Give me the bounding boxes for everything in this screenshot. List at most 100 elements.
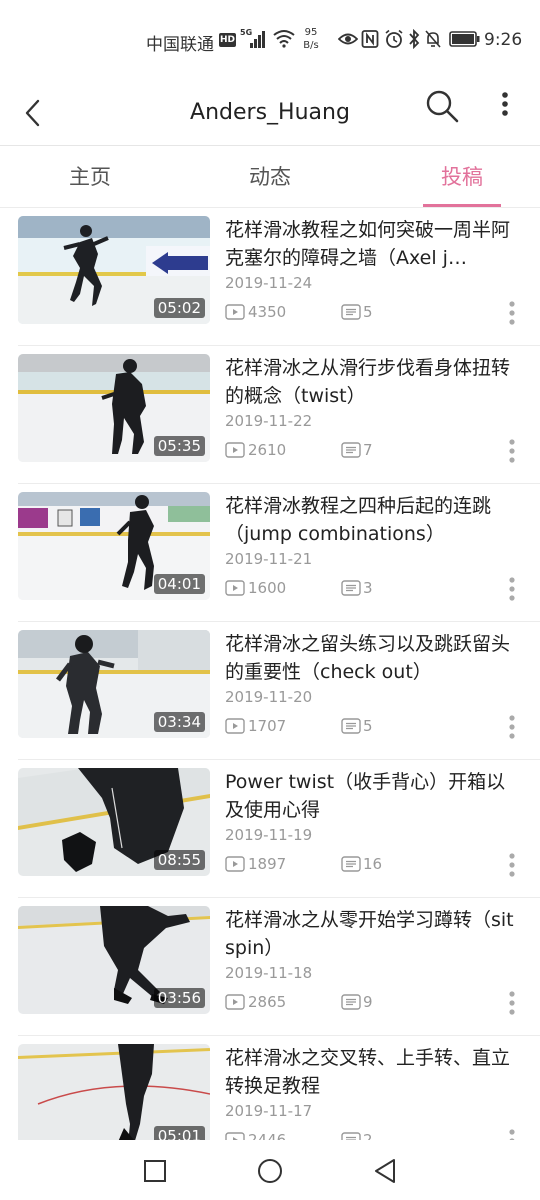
video-duration: 04:01: [153, 574, 205, 594]
video-thumbnail[interactable]: 04:01: [18, 492, 210, 600]
video-more-icon[interactable]: [504, 1126, 520, 1140]
video-item[interactable]: 04:01 花样滑冰教程之四种后起的连跳（jump combinations） …: [0, 484, 540, 622]
video-list: 05:02 花样滑冰教程之如何突破一周半阿克塞尔的障碍之墙（Axel j… 20…: [0, 208, 540, 1140]
video-thumbnail[interactable]: 03:56: [18, 906, 210, 1014]
video-date: 2019-11-21: [225, 550, 313, 568]
video-item[interactable]: 03:56 花样滑冰之从零开始学习蹲转（sit spin） 2019-11-18…: [0, 898, 540, 1036]
active-tab-indicator: [423, 204, 501, 207]
carrier-label: 中国联通: [146, 35, 214, 55]
video-item[interactable]: 05:01 花样滑冰之交叉转、上手转、直立转换足教程 2019-11-17 24…: [0, 1036, 540, 1140]
video-views: 2610: [248, 441, 287, 459]
page-title: Anders_Huang: [190, 100, 350, 125]
video-more-icon[interactable]: [504, 298, 520, 328]
video-date: 2019-11-20: [225, 688, 313, 706]
eye-icon: [338, 33, 358, 45]
video-thumbnail[interactable]: 03:34: [18, 630, 210, 738]
video-date: 2019-11-19: [225, 826, 313, 844]
video-date: 2019-11-24: [225, 274, 313, 292]
system-nav-bar: [0, 1140, 540, 1200]
network-speed: 95 B/s: [300, 26, 322, 52]
video-duration: 05:35: [153, 436, 205, 456]
status-bar: 中国联通 HD 5G 95 B/s 9:26: [0, 0, 540, 80]
back-nav-icon[interactable]: [370, 1156, 400, 1186]
wifi-icon: [273, 30, 295, 48]
alarm-icon: [385, 29, 403, 48]
play-count-icon: [225, 304, 245, 320]
play-count-icon: [225, 856, 245, 872]
video-views: 4350: [248, 303, 287, 321]
video-comments: 16: [363, 855, 383, 873]
video-date: 2019-11-18: [225, 964, 313, 982]
video-more-icon[interactable]: [504, 712, 520, 742]
battery-icon: [449, 31, 480, 47]
video-comments: 5: [363, 303, 373, 321]
video-duration: 05:02: [153, 298, 205, 318]
hd-badge: HD: [219, 33, 236, 47]
tab-activity[interactable]: 动态: [210, 146, 330, 208]
video-item[interactable]: 05:02 花样滑冰教程之如何突破一周半阿克塞尔的障碍之墙（Axel j… 20…: [0, 208, 540, 346]
video-views: 1897: [248, 855, 287, 873]
home-icon[interactable]: [255, 1156, 285, 1186]
back-icon[interactable]: [20, 90, 48, 136]
video-views: 2865: [248, 993, 287, 1011]
recent-apps-icon[interactable]: [140, 1156, 170, 1186]
video-more-icon[interactable]: [504, 988, 520, 1018]
play-count-icon: [225, 442, 245, 458]
tab-home[interactable]: 主页: [30, 146, 150, 208]
video-date: 2019-11-17: [225, 1102, 313, 1120]
app-header: Anders_Huang: [0, 80, 540, 146]
video-duration: 03:56: [153, 988, 205, 1008]
video-more-icon[interactable]: [504, 436, 520, 466]
signal-icon: 5G: [240, 28, 265, 48]
video-views: 1600: [248, 579, 287, 597]
comment-count-icon: [341, 304, 361, 320]
video-item[interactable]: 03:34 花样滑冰之留头练习以及跳跃留头的重要性（check out） 201…: [0, 622, 540, 760]
play-count-icon: [225, 718, 245, 734]
comment-count-icon: [341, 1132, 361, 1140]
video-thumbnail[interactable]: 05:02: [18, 216, 210, 324]
video-comments: 2: [363, 1131, 373, 1140]
video-thumbnail[interactable]: 05:35: [18, 354, 210, 462]
comment-count-icon: [341, 856, 361, 872]
video-title[interactable]: 花样滑冰之留头练习以及跳跃留头的重要性（check out）: [225, 630, 523, 686]
tab-bar: 主页 动态 投稿: [0, 146, 540, 208]
video-title[interactable]: Power twist（收手背心）开箱以及使用心得: [225, 768, 523, 824]
network-label: 5G: [240, 28, 252, 37]
video-title[interactable]: 花样滑冰之从零开始学习蹲转（sit spin）: [225, 906, 523, 962]
comment-count-icon: [341, 580, 361, 596]
play-count-icon: [225, 580, 245, 596]
more-options-icon[interactable]: [495, 90, 515, 120]
video-item[interactable]: 08:55 Power twist（收手背心）开箱以及使用心得 2019-11-…: [0, 760, 540, 898]
video-date: 2019-11-22: [225, 412, 313, 430]
search-icon[interactable]: [424, 88, 460, 124]
video-title[interactable]: 花样滑冰教程之如何突破一周半阿克塞尔的障碍之墙（Axel j…: [225, 216, 523, 272]
mute-bell-icon: [425, 30, 441, 48]
video-title[interactable]: 花样滑冰之交叉转、上手转、直立转换足教程: [225, 1044, 523, 1100]
video-comments: 3: [363, 579, 373, 597]
play-count-icon: [225, 994, 245, 1010]
video-views: 2446: [248, 1131, 287, 1140]
video-views: 1707: [248, 717, 287, 735]
clock: 9:26: [484, 30, 523, 50]
speed-value: 95: [304, 27, 318, 38]
video-duration: 03:34: [153, 712, 205, 732]
nfc-icon: [361, 30, 379, 48]
video-more-icon[interactable]: [504, 850, 520, 880]
video-thumbnail[interactable]: 08:55: [18, 768, 210, 876]
video-title[interactable]: 花样滑冰之从滑行步伐看身体扭转的概念（twist）: [225, 354, 523, 410]
bluetooth-icon: [409, 29, 420, 49]
video-more-icon[interactable]: [504, 574, 520, 604]
video-comments: 5: [363, 717, 373, 735]
video-item[interactable]: 05:35 花样滑冰之从滑行步伐看身体扭转的概念（twist） 2019-11-…: [0, 346, 540, 484]
tab-uploads[interactable]: 投稿: [402, 146, 522, 208]
video-comments: 7: [363, 441, 373, 459]
video-thumbnail[interactable]: 05:01: [18, 1044, 210, 1140]
comment-count-icon: [341, 718, 361, 734]
play-count-icon: [225, 1132, 245, 1140]
speed-unit: B/s: [303, 40, 319, 51]
video-comments: 9: [363, 993, 373, 1011]
video-title[interactable]: 花样滑冰教程之四种后起的连跳（jump combinations）: [225, 492, 523, 548]
video-duration: 05:01: [153, 1126, 205, 1140]
comment-count-icon: [341, 994, 361, 1010]
video-duration: 08:55: [153, 850, 205, 870]
